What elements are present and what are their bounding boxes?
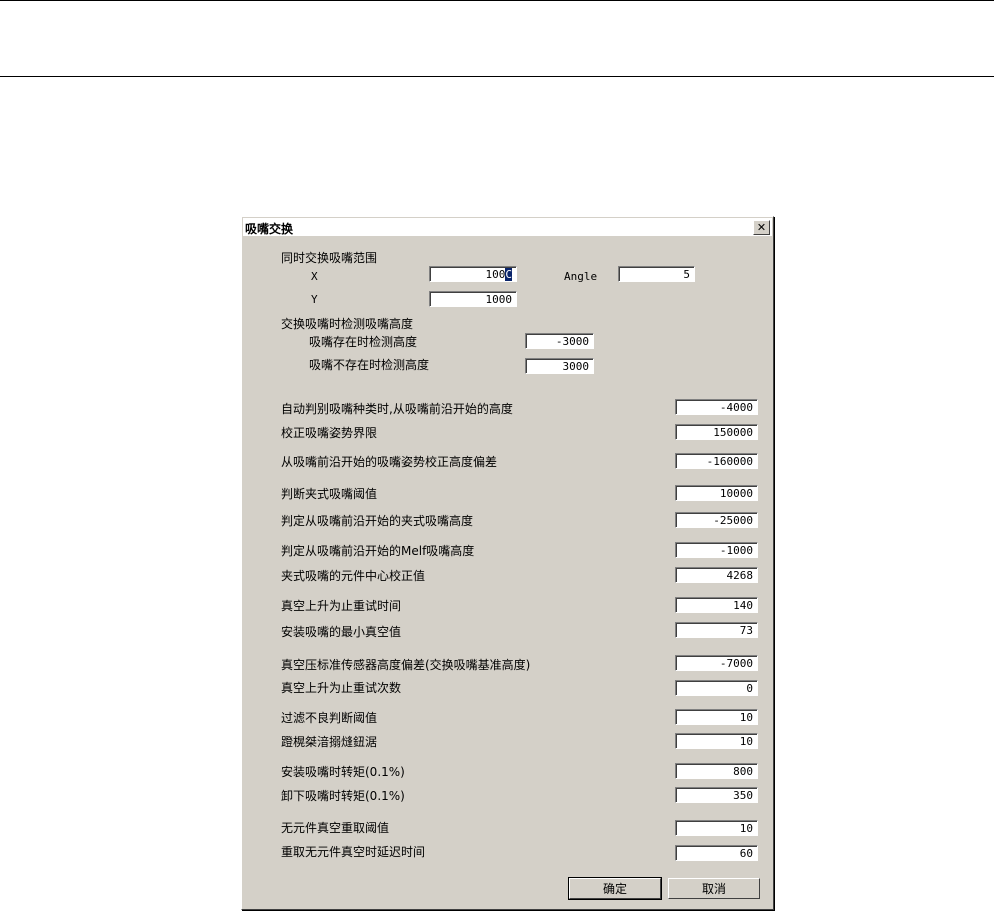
group-detect-height-label: 交换吸嘴时检测吸嘴高度 (281, 317, 414, 331)
param-label: 卸下吸嘴时转矩(0.1%) (281, 789, 405, 803)
param-input[interactable]: -7000 (675, 655, 758, 671)
angle-label: Angle (564, 270, 598, 283)
angle-input[interactable]: 5 (618, 266, 695, 282)
nozzle-exist-label: 吸嘴存在时检测高度 (309, 335, 418, 349)
nozzle-exist-input[interactable]: -3000 (525, 333, 594, 349)
cancel-button[interactable]: 取消 (668, 878, 760, 899)
param-label: 过滤不良判断阈值 (281, 711, 378, 725)
top-rule (0, 0, 994, 1)
nozzle-not-exist-label: 吸嘴不存在时检测高度 (309, 358, 430, 372)
close-icon: ✕ (756, 221, 767, 234)
close-button[interactable]: ✕ (753, 220, 770, 235)
param-label: 真空压标准传感器高度偏差(交换吸嘴基准高度) (281, 658, 531, 672)
param-input[interactable]: 10 (675, 709, 758, 725)
param-input[interactable]: 73 (675, 622, 758, 638)
param-label: 真空上升为止重试时间 (281, 599, 402, 613)
nozzle-exchange-dialog: 吸嘴交换 ✕ 同时交换吸嘴范围 X 100C Angle 5 Y 1000 交换… (241, 216, 774, 910)
header-rule (0, 76, 994, 77)
param-label: 真空上升为止重试次数 (281, 681, 402, 695)
param-label: 蹬榥桀湆搦熢鈕涺 (281, 735, 378, 749)
param-input[interactable]: 10000 (675, 485, 758, 501)
param-label: 夹式吸嘴的元件中心校正值 (281, 569, 426, 583)
y-range-input[interactable]: 1000 (429, 291, 517, 307)
param-label: 无元件真空重取阈值 (281, 821, 390, 835)
param-label: 判定从吸嘴前沿开始的Melf吸嘴高度 (281, 544, 475, 558)
nozzle-not-exist-input[interactable]: 3000 (525, 358, 594, 374)
param-input[interactable]: -1000 (675, 542, 758, 558)
title-bar[interactable]: 吸嘴交换 ✕ (243, 218, 772, 236)
param-input[interactable]: 10 (675, 820, 758, 836)
param-input[interactable]: -160000 (675, 453, 758, 469)
param-label: 从吸嘴前沿开始的吸嘴姿势校正高度偏差 (281, 455, 498, 469)
param-input[interactable]: 10 (675, 733, 758, 749)
param-input[interactable]: 350 (675, 787, 758, 803)
param-label: 自动判别吸嘴种类时,从吸嘴前沿开始的高度 (281, 402, 513, 416)
param-label: 重取无元件真空时延迟时间 (281, 845, 426, 859)
x-range-value: 100 (485, 268, 506, 281)
param-label: 安装吸嘴时转矩(0.1%) (281, 765, 405, 779)
group-exchange-range-label: 同时交换吸嘴范围 (281, 251, 378, 265)
x-range-selected-char: C (505, 268, 512, 281)
param-label: 判断夹式吸嘴阈值 (281, 487, 378, 501)
ok-button[interactable]: 确定 (568, 877, 662, 900)
param-label: 判定从吸嘴前沿开始的夹式吸嘴高度 (281, 514, 474, 528)
param-input[interactable]: 150000 (675, 424, 758, 440)
param-label: 安装吸嘴的最小真空值 (281, 625, 402, 639)
param-label: 校正吸嘴姿势界限 (281, 426, 378, 440)
param-input[interactable]: 0 (675, 680, 758, 696)
param-input[interactable]: -25000 (675, 512, 758, 528)
x-range-input[interactable]: 100C (429, 266, 517, 282)
x-label: X (311, 270, 318, 283)
param-input[interactable]: 4268 (675, 567, 758, 583)
param-input[interactable]: 60 (675, 845, 758, 861)
param-input[interactable]: 140 (675, 597, 758, 613)
dialog-title: 吸嘴交换 (245, 222, 294, 236)
y-label: Y (311, 293, 318, 306)
param-input[interactable]: -4000 (675, 399, 758, 415)
param-input[interactable]: 800 (675, 763, 758, 779)
